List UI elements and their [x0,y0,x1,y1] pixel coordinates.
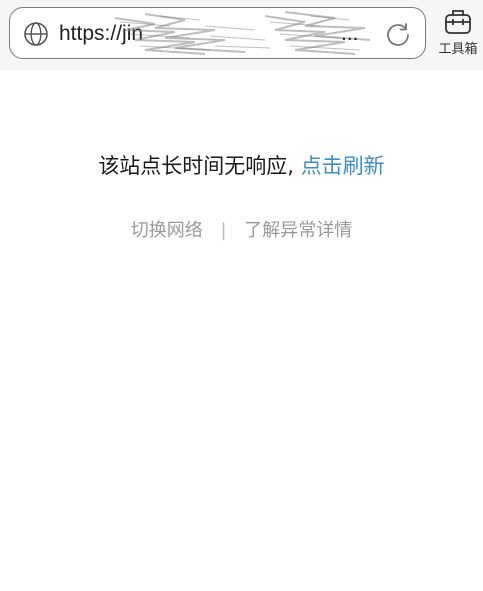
refresh-icon[interactable] [385,21,411,47]
error-actions: 切换网络 | 了解异常详情 [0,216,483,242]
url-redaction-scribble [114,11,371,55]
browser-top-bar: https://jin ... 工具箱 [0,0,483,70]
actions-separator: | [220,220,227,241]
error-details-link[interactable]: 了解异常详情 [244,216,352,242]
switch-network-link[interactable]: 切换网络 [131,216,203,242]
globe-icon [24,22,48,46]
address-bar[interactable]: https://jin ... [9,7,426,59]
error-message-text: 该站点长时间无响应, [98,154,294,178]
error-message: 该站点长时间无响应, 点击刷新 [0,150,483,180]
refresh-link[interactable]: 点击刷新 [301,154,385,178]
toolbox-label: 工具箱 [438,42,478,57]
url-ellipsis: ... [341,22,359,45]
toolbox-button[interactable]: 工具箱 [433,8,483,64]
toolbox-icon [445,10,471,34]
